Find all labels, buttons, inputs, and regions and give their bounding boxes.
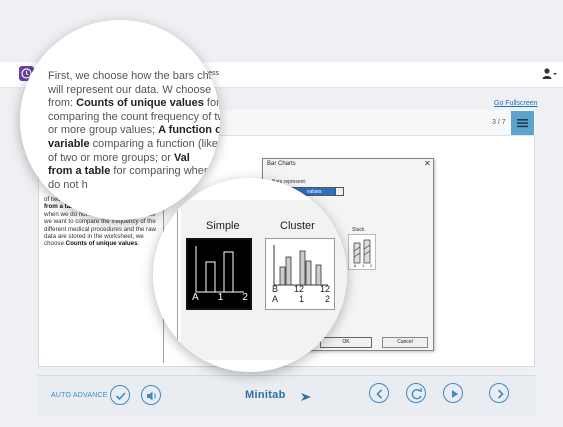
- magnified-text: First, we choose how the bars chart will…: [48, 70, 220, 192]
- minitab-logo-icon: [300, 390, 312, 408]
- close-icon[interactable]: ✕: [424, 159, 431, 168]
- mag-counts-unique: Counts of unique values: [76, 97, 204, 110]
- stack-axis-1: 1: [362, 263, 365, 268]
- replay-icon: [411, 387, 423, 400]
- simple-label: Simple: [206, 220, 240, 232]
- speaker-icon: [147, 391, 156, 401]
- next-button[interactable]: [489, 383, 509, 403]
- text-magnifier: First, we choose how the bars chart will…: [20, 20, 220, 220]
- bars-represent-value: values: [307, 189, 322, 195]
- mag-val: Val: [173, 151, 190, 164]
- cluster-axis-1: 1: [298, 294, 304, 304]
- dialog-title: Bar Charts: [267, 161, 296, 167]
- stack-axis-a: A: [353, 263, 357, 268]
- check-icon: [115, 392, 126, 401]
- play-icon: [452, 390, 458, 398]
- cluster-axis-12b: 12: [319, 284, 330, 294]
- chart-options-magnifier: Simple Cluster A 1 2 B 12 12 A 1 2: [153, 178, 347, 372]
- auto-advance-toggle[interactable]: [110, 385, 130, 405]
- counts-unique-bold: Counts of unique values: [65, 240, 138, 248]
- user-icon[interactable]: [541, 67, 557, 81]
- menu-button[interactable]: [511, 111, 534, 135]
- simple-axis-1: 1: [217, 292, 224, 303]
- previous-button[interactable]: [369, 383, 389, 403]
- cluster-axis-12a: 12: [293, 284, 304, 294]
- chevron-down-icon[interactable]: [335, 188, 343, 195]
- cluster-label: Cluster: [280, 220, 315, 232]
- stack-option[interactable]: A 1 2: [348, 234, 376, 270]
- simple-axis-2: 2: [242, 292, 248, 303]
- chevron-right-icon: [497, 389, 504, 399]
- stack-label: Stack: [352, 227, 365, 233]
- simple-option[interactable]: A 1 2: [186, 238, 252, 310]
- play-button[interactable]: [443, 383, 463, 403]
- chevron-left-icon: [376, 389, 383, 399]
- simple-axis-a: A: [192, 292, 199, 303]
- cancel-button[interactable]: Cancel: [382, 337, 428, 348]
- go-fullscreen-link[interactable]: Go Fullscreen: [494, 100, 538, 107]
- minitab-logo-text: Minitab: [245, 389, 286, 401]
- cluster-option[interactable]: B 12 12 A 1 2: [265, 238, 335, 310]
- period: .: [137, 240, 140, 248]
- mag-from-table: from a table: [48, 165, 111, 178]
- stack-axis-2: 2: [369, 263, 373, 268]
- audio-button[interactable]: [141, 385, 161, 405]
- cluster-axis-b: B: [272, 284, 279, 294]
- hamburger-icon: [517, 119, 528, 128]
- cluster-axis-a: A: [272, 294, 279, 304]
- cluster-axis-2: 2: [324, 294, 330, 304]
- magnified-divider: [177, 200, 178, 360]
- page-count: 3 / 7: [492, 119, 506, 126]
- auto-advance-label: AUTO ADVANCE: [51, 392, 108, 399]
- replay-button[interactable]: [406, 383, 426, 403]
